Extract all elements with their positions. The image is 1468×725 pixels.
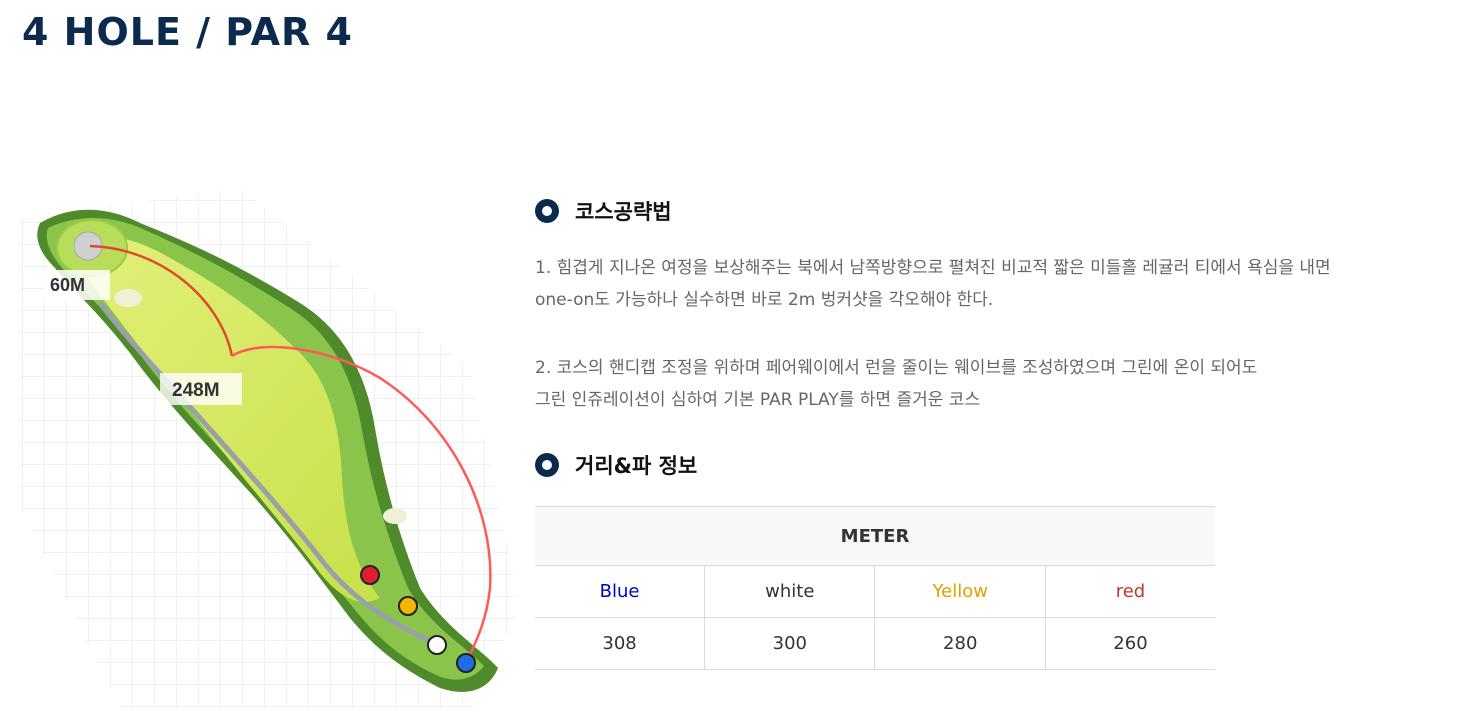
strategy-heading: 코스공략법 xyxy=(535,196,672,226)
tee-label-red: red xyxy=(1045,565,1215,618)
fairway-distance-label: 248M xyxy=(172,380,220,401)
table-header-row: METER xyxy=(535,506,1215,566)
strategy-paragraph-2-line-2: 그린 인쥬레이션이 심하여 기본 PAR PLAY를 하면 즐거운 코스 xyxy=(535,390,981,410)
strategy-paragraph-2: 2. 코스의 핸디캡 조정을 위하며 페어웨이에서 런을 줄이는 웨이브를 조성… xyxy=(535,352,1460,416)
strategy-paragraph-1-line-1: 1. 힘겹게 지나온 여정을 보상해주는 북에서 남쪽방향으로 펼쳐진 비교적 … xyxy=(535,258,1331,278)
bullet-icon xyxy=(535,199,559,223)
tee-label-blue: Blue xyxy=(535,565,706,618)
bullet-icon xyxy=(535,453,559,477)
red-tee-marker xyxy=(360,565,380,585)
white-tee-marker xyxy=(427,635,447,655)
strategy-paragraph-2-line-1: 2. 코스의 핸디캡 조정을 위하며 페어웨이에서 런을 줄이는 웨이브를 조성… xyxy=(535,358,1258,378)
distance-yellow: 280 xyxy=(874,617,1046,670)
distance-table: METER Blue white Yellow red 308 300 280 … xyxy=(535,506,1215,670)
distance-red: 260 xyxy=(1045,617,1215,670)
strategy-paragraph-1: 1. 힘겹게 지나온 여정을 보상해주는 북에서 남쪽방향으로 펼쳐진 비교적 … xyxy=(535,252,1460,316)
distance-row: 308 300 280 260 xyxy=(535,617,1215,670)
strategy-title: 코스공략법 xyxy=(575,200,672,224)
course-map-illustration: 60M 248M xyxy=(20,188,520,708)
tee-color-row: Blue white Yellow red xyxy=(535,565,1215,618)
meter-header: METER xyxy=(535,506,1215,566)
course-map: 60M 248M xyxy=(0,178,522,708)
strategy-paragraph-1-line-2: one-on도 가능하나 실수하면 바로 2m 벙커샷을 각오해야 한다. xyxy=(535,290,994,310)
tee-label-yellow: Yellow xyxy=(874,565,1046,618)
blue-tee-marker xyxy=(456,653,476,673)
green-distance-label: 60M xyxy=(50,275,85,295)
distance-white: 300 xyxy=(704,617,876,670)
hole-title: 4 HOLE / PAR 4 xyxy=(22,10,353,54)
tee-label-white: white xyxy=(704,565,876,618)
distance-heading: 거리&파 정보 xyxy=(535,450,697,480)
yellow-tee-marker xyxy=(398,596,418,616)
distance-blue: 308 xyxy=(535,617,706,670)
bunker xyxy=(114,289,142,307)
distance-title: 거리&파 정보 xyxy=(575,454,698,478)
bunker xyxy=(383,508,407,524)
